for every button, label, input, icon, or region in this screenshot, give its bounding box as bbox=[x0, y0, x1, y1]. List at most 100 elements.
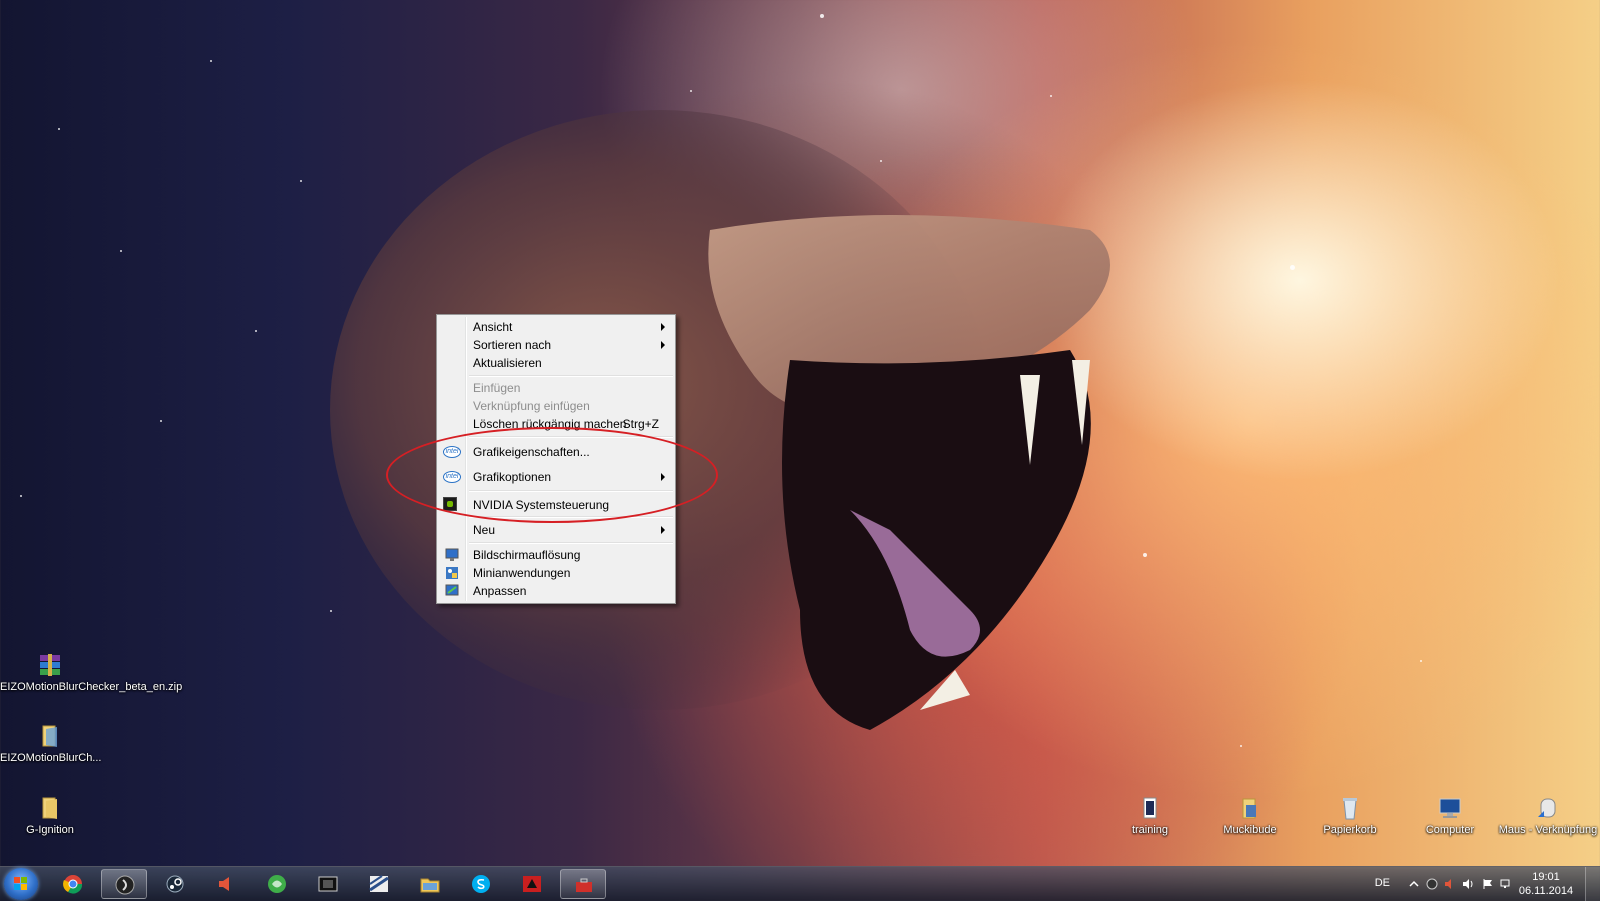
taskbar-app-steam[interactable] bbox=[152, 869, 198, 899]
skype-icon bbox=[472, 875, 490, 893]
desktop-icon-training[interactable]: training bbox=[1100, 795, 1200, 837]
submenu-arrow-icon bbox=[661, 473, 665, 481]
starfield bbox=[0, 0, 1600, 900]
taskbar-app-skype[interactable] bbox=[458, 869, 504, 899]
menu-item-label: Löschen rückgängig machen bbox=[473, 417, 627, 431]
desktop-icon-label: EIZOMotionBlurCh... bbox=[0, 752, 102, 764]
chrome-icon bbox=[63, 875, 83, 894]
menu-item-nvidia-systemsteuerung[interactable]: NVIDIA Systemsteuerung bbox=[439, 496, 673, 514]
desktop-icon-label: Maus - Verknüpfung bbox=[1498, 824, 1598, 836]
volume-icon[interactable] bbox=[1462, 878, 1474, 890]
nvidia-icon bbox=[443, 497, 461, 513]
shortcut-icon bbox=[1538, 798, 1556, 818]
stripes-app-icon bbox=[369, 875, 389, 892]
menu-item-verknuepfung-einfuegen[interactable]: Verknüpfung einfügen bbox=[439, 397, 673, 415]
submenu-arrow-icon bbox=[661, 341, 665, 349]
taskbar-app-explorer[interactable] bbox=[407, 869, 453, 899]
menu-item-loeschen-rueckgaengig[interactable]: Löschen rückgängig machen Strg+Z bbox=[439, 415, 673, 433]
start-button[interactable] bbox=[4, 868, 38, 900]
menu-item-label: Grafikoptionen bbox=[473, 470, 552, 484]
menu-separator bbox=[469, 542, 673, 544]
computer-icon bbox=[1439, 798, 1461, 818]
desktop-icon-muckibude[interactable]: Muckibude bbox=[1200, 795, 1300, 837]
clock-time: 19:01 bbox=[1532, 871, 1560, 883]
display-icon bbox=[445, 548, 459, 561]
taskbar-app-dark[interactable] bbox=[101, 869, 147, 899]
film-app-icon bbox=[318, 876, 338, 892]
clock-date: 06.11.2014 bbox=[1518, 885, 1574, 897]
menu-item-einfuegen[interactable]: Einfügen bbox=[439, 379, 673, 397]
menu-item-ansicht[interactable]: Ansicht bbox=[439, 318, 673, 336]
dark-app-icon bbox=[115, 875, 135, 895]
submenu-arrow-icon bbox=[661, 526, 665, 534]
green-app-icon bbox=[268, 875, 286, 893]
windows-logo-icon bbox=[14, 877, 27, 890]
menu-item-aktualisieren[interactable]: Aktualisieren bbox=[439, 354, 673, 372]
taskbar-app-stripes[interactable] bbox=[356, 869, 402, 899]
menu-item-shortcut: Strg+Z bbox=[622, 417, 659, 431]
desktop-icon-eizo-zip[interactable]: EIZOMotionBlurChecker_beta_en.zip bbox=[0, 652, 182, 694]
menu-item-label: Grafikeigenschaften... bbox=[473, 445, 590, 459]
intel-badge-text: intel bbox=[443, 471, 461, 483]
steam-tray-icon[interactable] bbox=[1426, 878, 1438, 890]
menu-item-bildschirmaufloesung[interactable]: Bildschirmauflösung bbox=[439, 546, 673, 564]
intel-icon: intel bbox=[443, 444, 461, 460]
folder-doc-icon bbox=[1242, 798, 1256, 819]
desktop-icon-label: Muckibude bbox=[1223, 824, 1277, 836]
taskbar-app-red[interactable] bbox=[509, 869, 555, 899]
intel-badge-text: intel bbox=[443, 446, 461, 458]
menu-item-label: Neu bbox=[473, 523, 496, 537]
folder-icon bbox=[42, 797, 57, 819]
show-hidden-icons-icon[interactable] bbox=[1408, 878, 1420, 890]
menu-item-label: Minianwendungen bbox=[473, 566, 571, 580]
folder-doc-icon bbox=[1143, 797, 1157, 819]
menu-item-label: Bildschirmauflösung bbox=[473, 548, 581, 562]
winrar-archive-icon bbox=[40, 654, 60, 676]
recycle-bin-icon bbox=[1343, 798, 1357, 820]
action-center-flag-icon[interactable] bbox=[1482, 878, 1494, 890]
taskbar-app-toolbox[interactable] bbox=[560, 869, 606, 899]
menu-separator bbox=[469, 490, 673, 492]
clock[interactable]: 19:01 06.11.2014 bbox=[1516, 870, 1576, 898]
desktop-icon-maus-shortcut[interactable]: Maus - Verknüpfung bbox=[1498, 795, 1598, 837]
desktop-icon-label: G-Ignition bbox=[26, 824, 74, 836]
menu-item-anpassen[interactable]: Anpassen bbox=[439, 582, 673, 600]
menu-separator bbox=[469, 436, 673, 438]
menu-item-minianwendungen[interactable]: Minianwendungen bbox=[439, 564, 673, 582]
taskbar-app-film[interactable] bbox=[305, 869, 351, 899]
network-icon[interactable] bbox=[1500, 878, 1512, 890]
intel-icon: intel bbox=[443, 469, 461, 485]
language-indicator[interactable]: DE bbox=[1375, 877, 1390, 889]
folder-icon bbox=[42, 725, 57, 747]
menu-item-label: Sortieren nach bbox=[473, 338, 552, 352]
taskbar-app-chrome[interactable] bbox=[50, 869, 96, 899]
personalize-icon bbox=[445, 584, 459, 596]
desktop-icon-papierkorb[interactable]: Papierkorb bbox=[1300, 795, 1400, 837]
taskbar: DE 19:01 06.11.2014 bbox=[0, 866, 1600, 901]
system-tray: DE 19:01 06.11.2014 bbox=[1340, 867, 1600, 901]
steam-icon bbox=[166, 875, 184, 893]
menu-separator bbox=[469, 375, 673, 377]
menu-item-label: Verknüpfung einfügen bbox=[473, 399, 590, 413]
toolbox-icon bbox=[576, 878, 592, 892]
desktop-icon-label: Papierkorb bbox=[1323, 824, 1377, 836]
menu-item-label: NVIDIA Systemsteuerung bbox=[473, 498, 610, 512]
taskbar-app-green[interactable] bbox=[254, 869, 300, 899]
menu-item-label: Aktualisieren bbox=[473, 356, 542, 370]
menu-item-neu[interactable]: Neu bbox=[439, 521, 673, 539]
explorer-icon bbox=[420, 878, 440, 893]
speaker-tray-icon[interactable] bbox=[1444, 878, 1456, 890]
desktop-context-menu: Ansicht Sortieren nach Aktualisieren Ein… bbox=[436, 314, 676, 604]
gadgets-icon bbox=[446, 567, 458, 579]
desktop-icon-eizo-folder[interactable]: EIZOMotionBlurCh... bbox=[0, 723, 102, 765]
menu-item-grafikoptionen[interactable]: intel Grafikoptionen bbox=[439, 468, 673, 486]
menu-item-grafikeigenschaften[interactable]: intel Grafikeigenschaften... bbox=[439, 443, 673, 461]
submenu-arrow-icon bbox=[661, 323, 665, 331]
speaker-app-icon bbox=[219, 877, 229, 891]
menu-item-sortieren-nach[interactable]: Sortieren nach bbox=[439, 336, 673, 354]
desktop-icon-computer[interactable]: Computer bbox=[1400, 795, 1500, 837]
show-desktop-button[interactable] bbox=[1585, 867, 1600, 901]
desktop-icon-g-ignition[interactable]: G-Ignition bbox=[0, 795, 100, 837]
menu-item-label: Anpassen bbox=[473, 584, 527, 598]
taskbar-app-speaker[interactable] bbox=[203, 869, 249, 899]
